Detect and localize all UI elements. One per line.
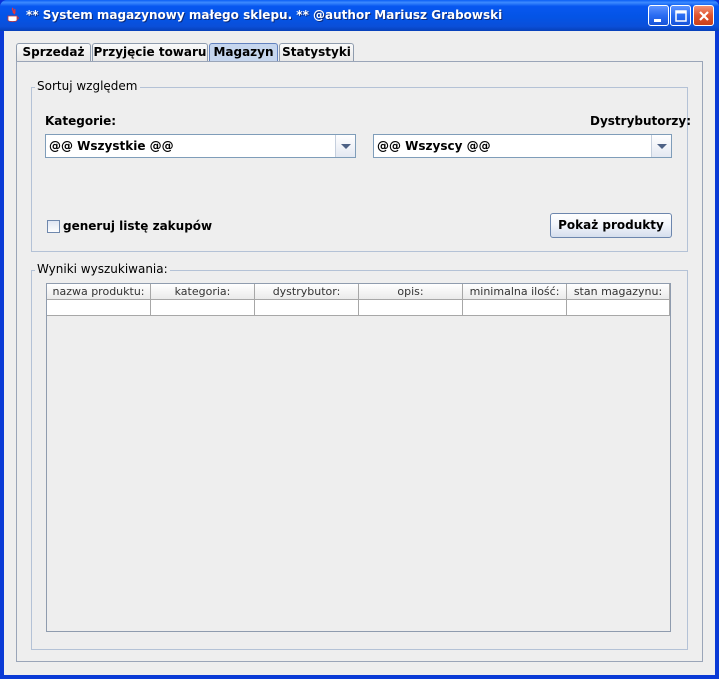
table-cell[interactable] [463, 300, 567, 316]
tab-statystyki[interactable]: Statystyki [279, 43, 354, 62]
column-header-minimalna-ilosc[interactable]: minimalna ilość: [463, 284, 567, 300]
column-header-kategoria[interactable]: kategoria: [151, 284, 255, 300]
close-icon [699, 11, 709, 21]
category-label: Kategorie: [45, 114, 117, 128]
shopping-list-checkbox-label[interactable]: generuj listę zakupów [63, 219, 212, 233]
results-table[interactable]: nazwa produktu: kategoria: dystrybutor: … [46, 283, 671, 632]
sort-group-title: Sortuj względem [35, 79, 140, 93]
tab-panel-magazyn: Sortuj względem Kategorie: @@ Wszystkie … [16, 61, 703, 662]
table-cell[interactable] [255, 300, 359, 316]
column-header-nazwa-produktu[interactable]: nazwa produktu: [47, 284, 151, 300]
client-area: Sprzedaż Przyjęcie towaru Magazyn Statys… [4, 31, 715, 675]
table-cell[interactable] [567, 300, 670, 316]
tab-sprzedaz[interactable]: Sprzedaż [16, 43, 91, 62]
shopping-list-checkbox[interactable] [47, 220, 60, 233]
distributor-label: Dystrybutorzy: [590, 114, 692, 128]
table-row[interactable] [47, 300, 670, 316]
category-select[interactable]: @@ Wszystkie @@ [45, 134, 356, 158]
application-window: ** System magazynowy małego sklepu. ** @… [0, 0, 719, 679]
tab-przyjecie-towaru[interactable]: Przyjęcie towaru [92, 43, 208, 62]
tab-magazyn[interactable]: Magazyn [209, 43, 278, 62]
close-button[interactable] [693, 5, 714, 26]
window-title: ** System magazynowy małego sklepu. ** @… [26, 8, 503, 22]
column-header-stan-magazynu[interactable]: stan magazynu: [567, 284, 670, 300]
minimize-button[interactable] [648, 5, 669, 26]
table-cell[interactable] [359, 300, 463, 316]
chevron-down-icon[interactable] [335, 135, 355, 157]
column-header-dystrybutor[interactable]: dystrybutor: [255, 284, 359, 300]
chevron-down-icon[interactable] [651, 135, 671, 157]
show-products-button[interactable]: Pokaż produkty [550, 213, 672, 238]
category-select-value: @@ Wszystkie @@ [49, 139, 174, 153]
java-app-icon [7, 7, 19, 22]
column-header-opis[interactable]: opis: [359, 284, 463, 300]
table-cell[interactable] [151, 300, 255, 316]
maximize-button[interactable] [670, 5, 691, 26]
maximize-icon [675, 10, 687, 22]
distributor-select-value: @@ Wszyscy @@ [377, 139, 491, 153]
results-group-title: Wyniki wyszukiwania: [35, 262, 170, 276]
distributor-select[interactable]: @@ Wszyscy @@ [373, 134, 672, 158]
table-header: nazwa produktu: kategoria: dystrybutor: … [47, 284, 670, 300]
minimize-icon [654, 19, 661, 22]
title-bar[interactable]: ** System magazynowy małego sklepu. ** @… [0, 0, 719, 31]
table-cell[interactable] [47, 300, 151, 316]
